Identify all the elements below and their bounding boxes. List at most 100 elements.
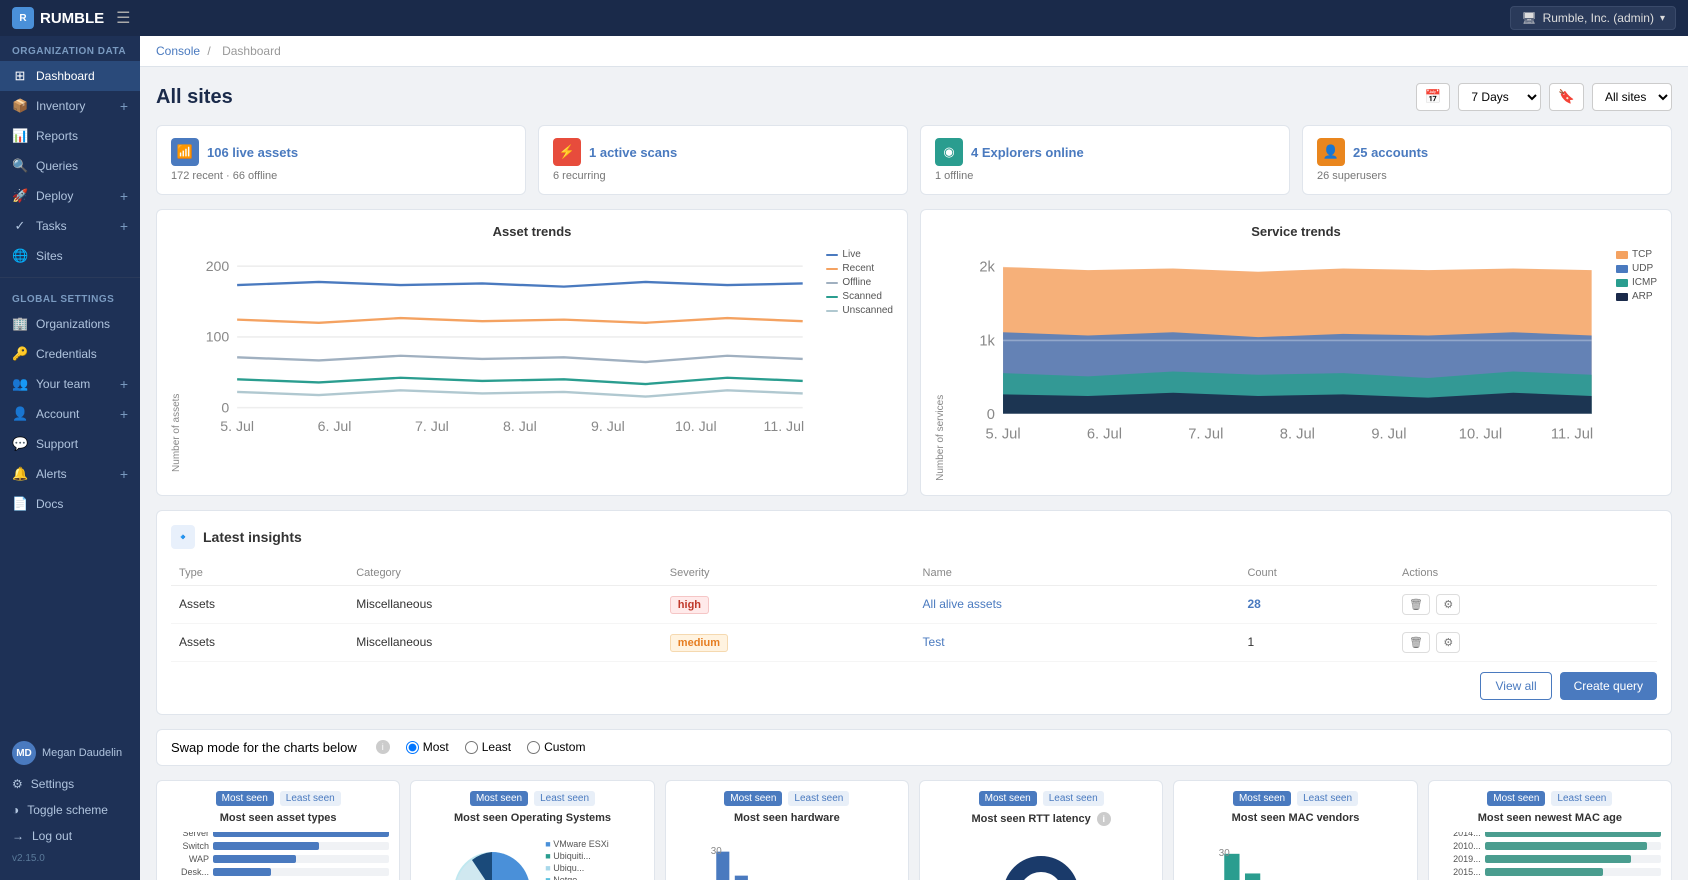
swap-mode-card: Swap mode for the charts below i Most Le… bbox=[156, 729, 1672, 766]
sidebar-item-support[interactable]: 💬 Support bbox=[0, 429, 140, 459]
rtt-info-icon: i bbox=[1097, 812, 1111, 826]
tab-least-seen-rtt[interactable]: Least seen bbox=[1043, 791, 1104, 806]
explorers-link[interactable]: 4 Explorers online bbox=[971, 145, 1084, 160]
row2-action-settings[interactable]: ⚙ bbox=[1436, 632, 1460, 653]
sites-filter-select[interactable]: All sites bbox=[1592, 83, 1672, 111]
sidebar-item-sites[interactable]: 🌐 Sites bbox=[0, 241, 140, 271]
view-all-button[interactable]: View all bbox=[1480, 672, 1551, 700]
sidebar-item-settings[interactable]: ⚙ Settings bbox=[0, 771, 140, 797]
sidebar-item-alerts[interactable]: 🔔 Alerts + bbox=[0, 459, 140, 489]
radio-custom[interactable]: Custom bbox=[527, 740, 585, 754]
stat-card-explorers-header: ◉ 4 Explorers online bbox=[935, 138, 1275, 166]
bar-fill-2014 bbox=[1485, 832, 1661, 838]
radio-least[interactable]: Least bbox=[465, 740, 511, 754]
sidebar-item-credentials[interactable]: 🔑 Credentials bbox=[0, 339, 140, 369]
bar-fill-2015a bbox=[1485, 868, 1603, 876]
tab-most-seen-os[interactable]: Most seen bbox=[470, 791, 528, 806]
sidebar-item-toggle-scheme[interactable]: ◑ Toggle scheme bbox=[0, 797, 140, 823]
sidebar-item-account[interactable]: 👤 Account + bbox=[0, 399, 140, 429]
sidebar-item-reports[interactable]: 📊 Reports bbox=[0, 121, 140, 151]
rtt-donut-svg: 0 bbox=[996, 849, 1086, 880]
bar-track-2014 bbox=[1485, 832, 1661, 838]
sidebar-label-account: Account bbox=[36, 407, 79, 421]
row1-name-link[interactable]: All alive assets bbox=[923, 597, 1002, 611]
page-controls: 📅 7 Days 30 Days 90 Days 🔖 All sites bbox=[1416, 83, 1672, 111]
sidebar-item-dashboard[interactable]: ⊞ Dashboard bbox=[0, 61, 140, 91]
stat-card-accounts-header: 👤 25 accounts bbox=[1317, 138, 1657, 166]
tab-most-seen-rtt[interactable]: Most seen bbox=[979, 791, 1037, 806]
sidebar-item-log-out[interactable]: → Log out bbox=[0, 823, 140, 849]
row2-action-delete[interactable]: 🗑 bbox=[1402, 632, 1430, 653]
badge-high: high bbox=[670, 596, 709, 614]
bar-label-2014: 2014... bbox=[1439, 832, 1481, 839]
insights-table-head: Type Category Severity Name Count Action… bbox=[171, 561, 1657, 586]
sidebar-item-organizations[interactable]: 🏢 Organizations bbox=[0, 309, 140, 339]
swap-mode-label: Swap mode for the charts below bbox=[171, 740, 357, 755]
breadcrumb-console[interactable]: Console bbox=[156, 44, 200, 58]
calendar-icon-btn[interactable]: 📅 bbox=[1416, 83, 1451, 111]
tab-most-seen-mac-age[interactable]: Most seen bbox=[1487, 791, 1545, 806]
alerts-icon: 🔔 bbox=[12, 466, 28, 482]
row2-name-link[interactable]: Test bbox=[923, 635, 945, 649]
os-pie-chart bbox=[447, 845, 537, 880]
radio-most-input[interactable] bbox=[406, 741, 419, 754]
deploy-icon: 🚀 bbox=[12, 188, 28, 204]
date-range-select[interactable]: 7 Days 30 Days 90 Days bbox=[1458, 83, 1541, 111]
mini-chart-rtt-area: 0 bbox=[930, 834, 1152, 880]
sidebar-item-docs[interactable]: 📄 Docs bbox=[0, 489, 140, 519]
live-assets-icon: 📶 bbox=[171, 138, 199, 166]
asset-trends-svg: 200 100 0 bbox=[190, 249, 818, 472]
page-header: All sites 📅 7 Days 30 Days 90 Days 🔖 All… bbox=[156, 83, 1672, 111]
tab-most-seen-hardware[interactable]: Most seen bbox=[724, 791, 782, 806]
sidebar-item-inventory[interactable]: 📦 Inventory + bbox=[0, 91, 140, 121]
hardware-bar-svg: 30 20 10 0 VMwa... NetGe... TREN... Ubiq… bbox=[676, 832, 898, 880]
bar-fill-wap bbox=[213, 855, 296, 863]
asset-trends-title: Asset trends bbox=[171, 224, 893, 239]
sidebar-item-queries[interactable]: 🔍 Queries bbox=[0, 151, 140, 181]
sidebar-item-your-team[interactable]: 👥 Your team + bbox=[0, 369, 140, 399]
radio-most[interactable]: Most bbox=[406, 740, 449, 754]
os-legend-vmware: ■ VMware ESXi bbox=[545, 839, 617, 849]
bar-track-2015a bbox=[1485, 868, 1661, 876]
row1-action-settings[interactable]: ⚙ bbox=[1436, 594, 1460, 615]
accounts-link[interactable]: 25 accounts bbox=[1353, 145, 1428, 160]
legend-offline-label: Offline bbox=[842, 277, 871, 288]
tab-least-seen-mac-vendors[interactable]: Least seen bbox=[1297, 791, 1358, 806]
org-selector[interactable]: 🖥 Rumble, Inc. (admin) ▾ bbox=[1510, 6, 1676, 30]
os-legend-netge: ■ Netge... bbox=[545, 875, 617, 880]
sidebar-item-deploy[interactable]: 🚀 Deploy + bbox=[0, 181, 140, 211]
tab-least-seen-os[interactable]: Least seen bbox=[534, 791, 595, 806]
legend-tcp-label: TCP bbox=[1632, 249, 1652, 260]
sidebar-user: MD Megan Daudelin bbox=[0, 735, 140, 771]
row1-name: All alive assets bbox=[915, 585, 1240, 623]
mini-chart-mac-vendors-tabs: Most seen Least seen bbox=[1184, 791, 1406, 806]
service-trends-title: Service trends bbox=[935, 224, 1657, 239]
mini-chart-rtt: Most seen Least seen Most seen RTT laten… bbox=[919, 780, 1163, 880]
sidebar-label-organizations: Organizations bbox=[36, 317, 110, 331]
radio-least-input[interactable] bbox=[465, 741, 478, 754]
topbar-left: R RUMBLE ☰ bbox=[12, 7, 131, 29]
tab-most-seen-mac-vendors[interactable]: Most seen bbox=[1233, 791, 1291, 806]
bar-row-2010: 2010... bbox=[1439, 841, 1661, 851]
queries-icon: 🔍 bbox=[12, 158, 28, 174]
active-scans-link[interactable]: 1 active scans bbox=[589, 145, 677, 160]
sidebar-item-tasks[interactable]: ✓ Tasks + bbox=[0, 211, 140, 241]
live-assets-link[interactable]: 106 live assets bbox=[207, 145, 298, 160]
svg-text:0: 0 bbox=[987, 407, 995, 423]
row2-name: Test bbox=[915, 623, 1240, 661]
radio-custom-input[interactable] bbox=[527, 741, 540, 754]
legend-live-label: Live bbox=[842, 249, 860, 260]
tab-least-seen-asset-types[interactable]: Least seen bbox=[280, 791, 341, 806]
col-count: Count bbox=[1239, 561, 1394, 586]
hamburger-icon[interactable]: ☰ bbox=[116, 8, 130, 28]
col-category: Category bbox=[348, 561, 662, 586]
bookmark-icon-btn[interactable]: 🔖 bbox=[1549, 83, 1584, 111]
tab-least-seen-mac-age[interactable]: Least seen bbox=[1551, 791, 1612, 806]
create-query-button[interactable]: Create query bbox=[1560, 672, 1657, 700]
bar-fill-2010 bbox=[1485, 842, 1647, 850]
tab-most-seen-asset-types[interactable]: Most seen bbox=[216, 791, 274, 806]
mini-chart-asset-types-title: Most seen asset types bbox=[167, 812, 389, 824]
tab-least-seen-hardware[interactable]: Least seen bbox=[788, 791, 849, 806]
accounts-sub: 26 superusers bbox=[1317, 170, 1657, 182]
row1-action-delete[interactable]: 🗑 bbox=[1402, 594, 1430, 615]
